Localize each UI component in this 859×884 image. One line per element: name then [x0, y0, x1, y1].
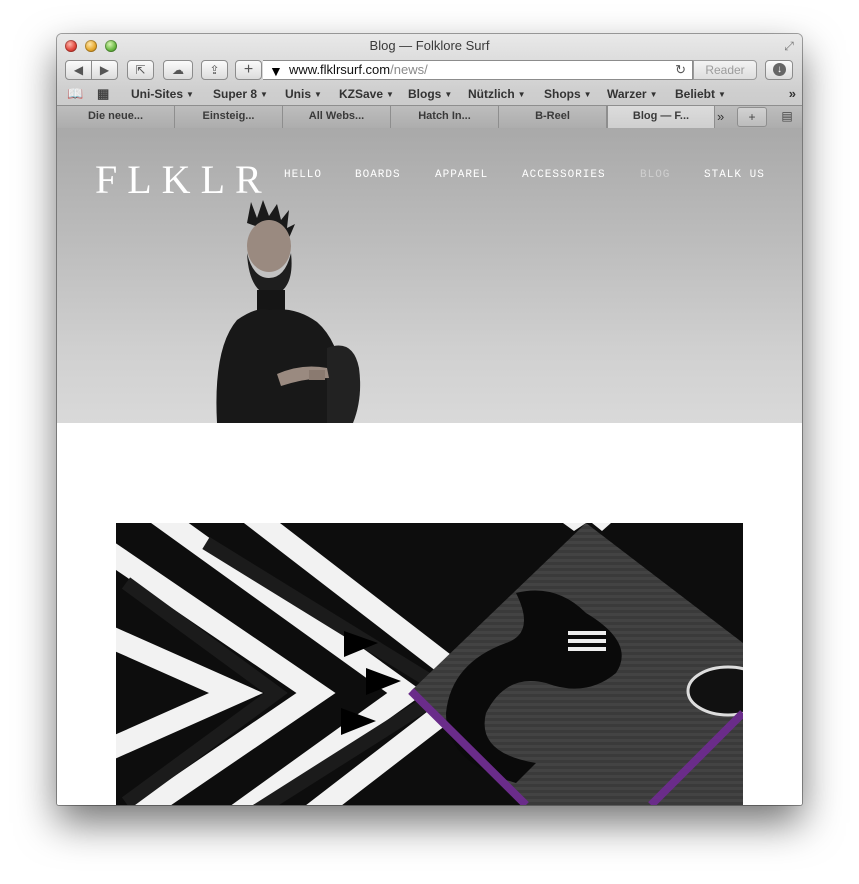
share-icon[interactable]: ⇪: [201, 60, 228, 80]
bookmark-folder[interactable]: Warzer ▼: [607, 87, 658, 101]
bookmarks-bar: 📖 ▦ Uni-Sites ▼ Super 8 ▼ Unis ▼ KZSave ▼ Bl…: [57, 84, 802, 104]
tab[interactable]: Einsteig...: [175, 106, 283, 128]
chevron-down-icon: ▼: [649, 90, 658, 99]
chevron-down-icon: ▼: [386, 90, 394, 99]
chevron-down-icon: ▼: [314, 90, 322, 99]
forward-button[interactable]: ▶: [91, 60, 118, 80]
tab[interactable]: Hatch In...: [391, 106, 499, 128]
nav-item-accessories[interactable]: ACCESSORIES: [522, 169, 606, 181]
address-bar[interactable]: ▼ www.flklrsurf.com/news/ ↻: [263, 60, 693, 80]
browser-window: Blog — Folklore Surf ⤢ ◀ ▶ ⇱ ☁ ⇪ + ▼ www…: [57, 34, 802, 805]
tab[interactable]: B-Reel: [499, 106, 607, 128]
chevron-down-icon: ▼: [718, 90, 726, 99]
toolbar: ◀ ▶ ⇱ ☁ ⇪ + ▼ www.flklrsurf.com/news/ ↻ …: [57, 58, 802, 84]
bookmark-folder[interactable]: Uni-Sites ▼: [131, 87, 194, 101]
tab-active[interactable]: Blog — F...: [607, 106, 715, 128]
site-favicon-icon: ▼: [269, 63, 283, 79]
tab-view-icon[interactable]: ▤: [772, 107, 802, 127]
chevron-down-icon: ▼: [444, 90, 453, 99]
site-nav: HELLO BOARDS APPAREL ACCESSORIES BLOG ST…: [284, 169, 794, 185]
nav-item-stalk-us[interactable]: STALK US: [704, 169, 765, 181]
reload-icon[interactable]: ↻: [675, 61, 686, 79]
chevron-down-icon: ▼: [517, 90, 526, 99]
download-icon: ↓: [773, 63, 786, 76]
cloud-icon[interactable]: ☁: [163, 60, 193, 80]
nav-item-hello[interactable]: HELLO: [284, 169, 322, 181]
nav-item-apparel[interactable]: APPAREL: [435, 169, 488, 181]
title-bar: Blog — Folklore Surf ⤢: [57, 34, 802, 58]
nav-item-blog[interactable]: BLOG: [640, 169, 670, 181]
browser-chrome: Blog — Folklore Surf ⤢ ◀ ▶ ⇱ ☁ ⇪ + ▼ www…: [57, 34, 802, 128]
book-icon[interactable]: 📖: [67, 86, 83, 102]
window-title: Blog — Folklore Surf: [369, 38, 490, 53]
fullscreen-icon[interactable]: ⤢: [782, 39, 796, 53]
hero-banner: FLKLR HELLO BOARDS APPAREL ACCESSORIES B…: [57, 128, 802, 423]
bookmark-folder[interactable]: Blogs ▼: [408, 87, 452, 101]
surfer-photo: [216, 200, 361, 423]
bookmark-folder[interactable]: Beliebt ▼: [675, 87, 726, 101]
tab-bar: Die neue... Einsteig... All Webs... Hatc…: [57, 105, 802, 128]
page-content: FLKLR HELLO BOARDS APPAREL ACCESSORIES B…: [57, 128, 802, 805]
chevron-down-icon: ▼: [583, 90, 592, 99]
new-tab-button[interactable]: +: [737, 107, 767, 127]
downloads-button[interactable]: ↓: [765, 60, 793, 80]
site-logo[interactable]: FLKLR: [95, 156, 272, 203]
tab[interactable]: All Webs...: [283, 106, 391, 128]
top-sites-icon[interactable]: ⇱: [127, 60, 154, 80]
nav-item-boards[interactable]: BOARDS: [355, 169, 401, 181]
bookmark-folder[interactable]: Unis ▼: [285, 87, 322, 101]
add-bookmark-button[interactable]: +: [235, 60, 262, 80]
bookmark-folder[interactable]: Super 8 ▼: [213, 87, 268, 101]
grid-icon[interactable]: ▦: [97, 86, 109, 102]
bookmark-folder[interactable]: Shops ▼: [544, 87, 592, 101]
more-tabs-icon[interactable]: »: [717, 106, 724, 128]
chevron-down-icon: ▼: [260, 90, 268, 99]
bookmark-folder[interactable]: KZSave ▼: [339, 87, 394, 101]
more-bookmarks-icon[interactable]: »: [789, 86, 796, 101]
reader-button[interactable]: Reader: [693, 60, 757, 80]
back-button[interactable]: ◀: [65, 60, 92, 80]
tab[interactable]: Die neue...: [57, 106, 175, 128]
bookmark-folder[interactable]: Nützlich ▼: [468, 87, 526, 101]
url-text: www.flklrsurf.com/news/: [289, 62, 428, 77]
chevron-down-icon: ▼: [186, 90, 194, 99]
blog-post-image: [116, 523, 743, 805]
